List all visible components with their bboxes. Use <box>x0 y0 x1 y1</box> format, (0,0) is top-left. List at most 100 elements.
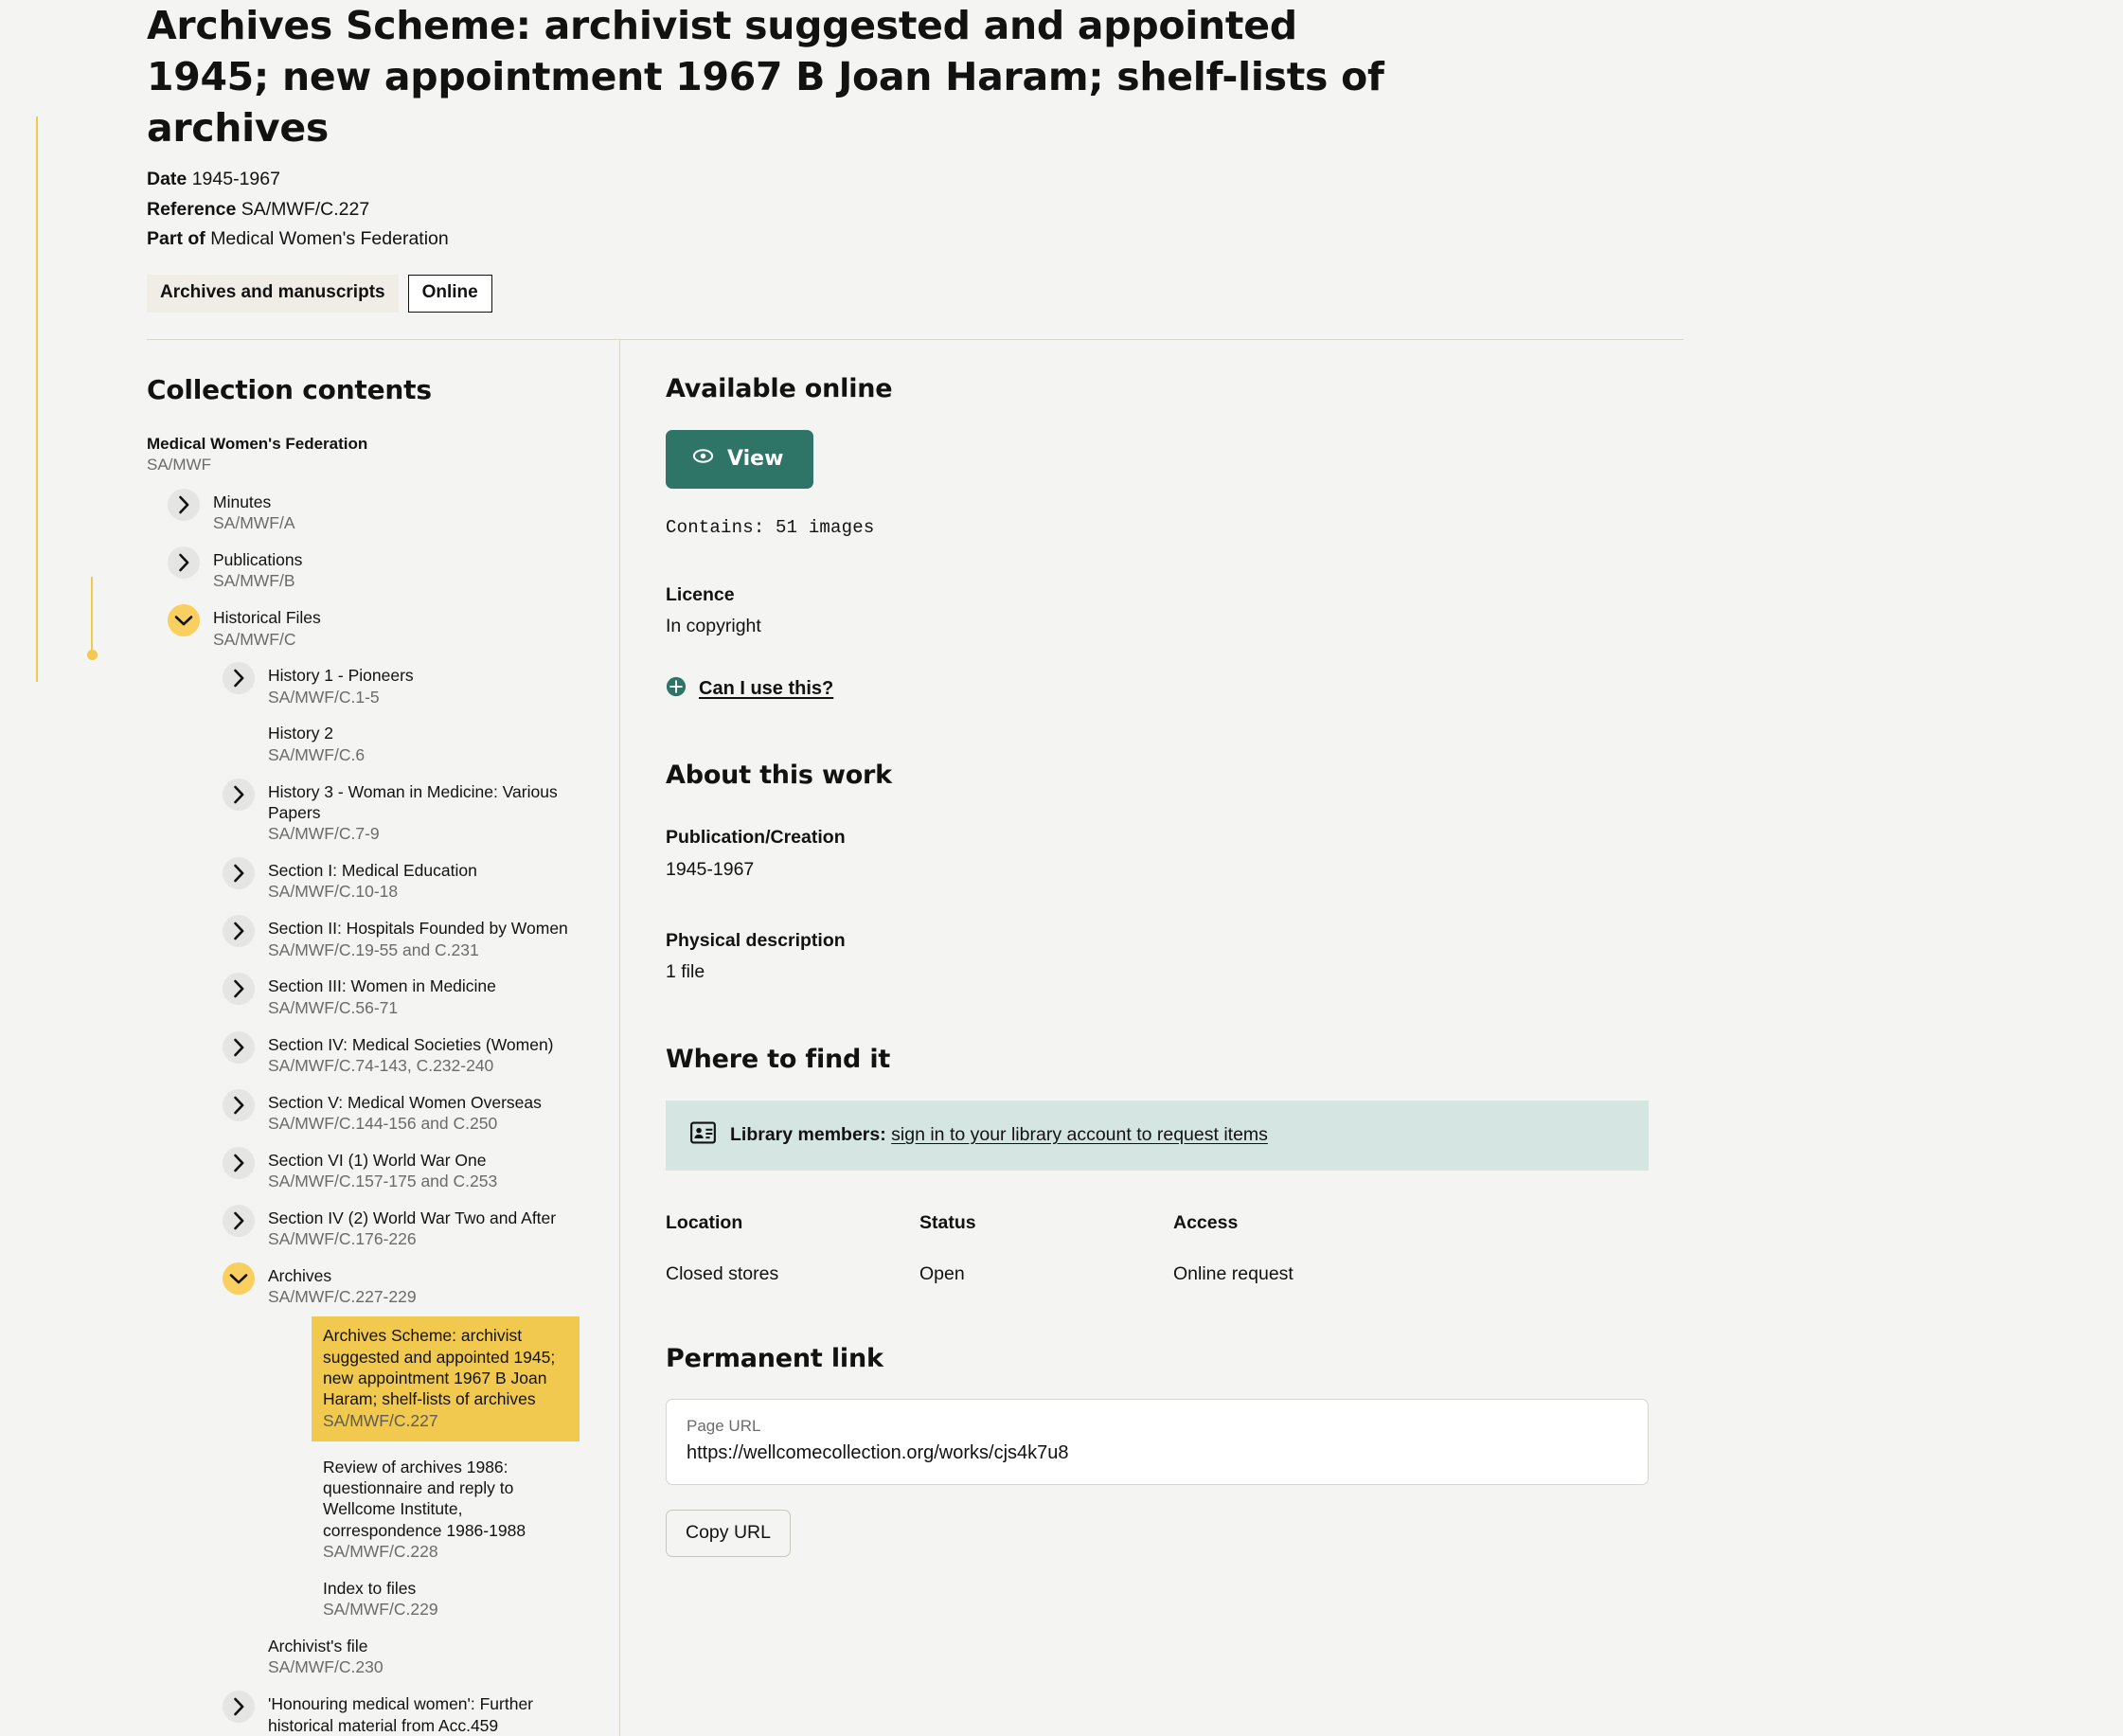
chevron-right-icon[interactable] <box>223 1146 255 1179</box>
tree-node[interactable]: Historical Files SA/MWF/C <box>147 604 580 650</box>
tree-node-text: History 3 - Woman in Medicine: Various P… <box>268 780 580 846</box>
tree-node-spacer <box>223 722 255 723</box>
tree-node-label: Historical Files <box>213 608 321 628</box>
physical-description-label: Physical description <box>666 929 846 951</box>
tree-node[interactable]: Section II: Hospitals Founded by Women SA… <box>147 915 580 960</box>
tree-node[interactable]: Section IV: Medical Societies (Women) SA/… <box>147 1030 580 1077</box>
tree-node[interactable]: Archives SA/MWF/C.227-229 <box>147 1262 580 1308</box>
tree-node-label: Archives <box>268 1266 332 1286</box>
page-url-field[interactable]: Page URL https://wellcomecollection.org/… <box>666 1399 1649 1486</box>
chevron-right-icon[interactable] <box>223 662 255 695</box>
holdings-table: Location Closed stores Status Open Acces… <box>666 1212 1684 1285</box>
page-url-label: Page URL <box>687 1417 761 1436</box>
tree-node-text: History 1 - Pioneers SA/MWF/C.1-5 <box>268 664 414 707</box>
library-sign-in-link[interactable]: sign in to your library account to reque… <box>891 1124 1268 1145</box>
tree-node-text: Archivist's file SA/MWF/C.230 <box>268 1635 384 1678</box>
tree-node-ref: SA/MWF/A <box>213 513 295 533</box>
plus-circle-icon <box>666 676 687 702</box>
chevron-down-icon[interactable] <box>223 1262 255 1296</box>
tree-node[interactable]: Index to files SA/MWF/C.229 <box>147 1577 580 1620</box>
tree-node-ref: SA/MWF/B <box>213 571 295 591</box>
tree-root[interactable]: Medical Women's Federation SA/MWF <box>147 434 580 476</box>
about-field-publication: Publication/Creation 1945-1967 <box>666 824 1684 883</box>
tree-node-ref: SA/MWF/C.229 <box>323 1600 438 1620</box>
tree-root-ref: SA/MWF <box>147 455 211 474</box>
tree-node-label: Section III: Women in Medicine <box>268 976 496 996</box>
meta-value-part-of: Medical Women's Federation <box>210 228 449 250</box>
tree-node-spacer <box>223 1635 255 1636</box>
tree-node-label: 'Honouring medical women': Further histo… <box>268 1694 533 1735</box>
about-field-physical: Physical description 1 file <box>666 927 1684 986</box>
library-members-banner: Library members: sign in to your library… <box>666 1101 1649 1172</box>
copy-url-button[interactable]: Copy URL <box>666 1510 791 1558</box>
holdings-column-location: Location Closed stores <box>666 1212 919 1285</box>
physical-description-value: 1 file <box>666 961 705 982</box>
tree-node-text: Index to files SA/MWF/C.229 <box>323 1577 438 1620</box>
tree-node-ref: SA/MWF/C.7-9 <box>268 824 380 844</box>
chevron-right-icon[interactable] <box>223 1030 255 1064</box>
tree-node-spacer <box>277 1456 310 1457</box>
tree-node[interactable]: Minutes SA/MWF/A <box>147 488 580 534</box>
collection-contents-panel: Collection contents Medical Women's Fede… <box>36 116 620 1736</box>
badge-format: Archives and manuscripts <box>147 275 399 313</box>
licence-label: Licence <box>666 583 735 605</box>
tree-node-list: Minutes SA/MWF/A Publications SA/MWF/B Histo… <box>36 116 580 1736</box>
tree-node-text: Archives SA/MWF/C.227-229 <box>268 1264 417 1308</box>
badge-online: Online <box>407 275 492 313</box>
tree-node[interactable]: Section IV (2) World War Two and After SA… <box>147 1204 580 1250</box>
tree-node[interactable]: Section V: Medical Women Overseas SA/MWF/… <box>147 1088 580 1135</box>
chevron-right-icon[interactable] <box>223 778 255 811</box>
can-i-use-this-link[interactable]: Can I use this? <box>666 676 833 702</box>
tree-node[interactable]: Section VI (1) World War One SA/MWF/C.157… <box>147 1146 580 1192</box>
tree-node-label: Section II: Hospitals Founded by Women <box>268 919 568 939</box>
tree-node-text: Historical Files SA/MWF/C <box>213 606 321 650</box>
tree-node[interactable]: History 1 - Pioneers SA/MWF/C.1-5 <box>147 662 580 707</box>
tree-node[interactable]: History 2 SA/MWF/C.6 <box>147 722 580 765</box>
collection-tree: Medical Women's Federation SA/MWF Minute… <box>36 116 580 1736</box>
licence-value: In copyright <box>666 616 761 637</box>
tree-node[interactable]: Section I: Medical Education SA/MWF/C.10-… <box>147 857 580 903</box>
tree-node-ref: SA/MWF/C.10-18 <box>268 882 399 902</box>
tree-node-ref: SA/MWF/C.230 <box>268 1657 384 1677</box>
chevron-right-icon[interactable] <box>223 1691 255 1724</box>
tree-node-ref: SA/MWF/C.227-229 <box>268 1287 417 1307</box>
tree-node-text: History 2 SA/MWF/C.6 <box>268 722 365 765</box>
chevron-right-icon[interactable] <box>223 973 255 1006</box>
tree-node[interactable]: Section III: Women in Medicine SA/MWF/C.5… <box>147 973 580 1018</box>
collection-contents-heading: Collection contents <box>147 373 432 405</box>
chevron-right-icon[interactable] <box>223 915 255 948</box>
chevron-right-icon[interactable] <box>168 488 200 521</box>
meta-label-reference: Reference <box>147 198 237 220</box>
tree-node-ref: SA/MWF/C.227 <box>323 1410 438 1430</box>
view-button-label: View <box>727 446 784 471</box>
permanent-link-heading: Permanent link <box>666 1344 883 1374</box>
chevron-right-icon[interactable] <box>223 857 255 890</box>
tree-node[interactable]: 'Honouring medical women': Further histo… <box>147 1691 580 1736</box>
where-to-find-it-heading: Where to find it <box>666 1045 891 1075</box>
chevron-right-icon[interactable] <box>223 1088 255 1121</box>
tree-node[interactable]: History 3 - Woman in Medicine: Various P… <box>147 778 580 846</box>
chevron-down-icon[interactable] <box>168 604 200 637</box>
view-button[interactable]: View <box>666 429 814 489</box>
tree-node-spacer <box>277 1577 310 1578</box>
tree-node-label: Publications <box>213 549 303 569</box>
tree-node-ref: SA/MWF/C.176-226 <box>268 1229 417 1249</box>
tree-node-text: Archives Scheme: archivist suggested and… <box>312 1316 580 1441</box>
tree-node[interactable]: Review of archives 1986: questionnaire a… <box>147 1456 580 1563</box>
tree-node-selected[interactable]: Archives Scheme: archivist suggested and… <box>147 1316 580 1441</box>
chevron-right-icon[interactable] <box>223 1204 255 1237</box>
tree-node-text: Section I: Medical Education SA/MWF/C.10-… <box>268 859 477 903</box>
tree-node-ref: SA/MWF/C.1-5 <box>268 687 380 707</box>
tree-node-text: Section V: Medical Women Overseas SA/MWF/… <box>268 1091 542 1135</box>
chevron-right-icon[interactable] <box>168 546 200 579</box>
tree-node[interactable]: Publications SA/MWF/B <box>147 546 580 592</box>
tree-node-ref: SA/MWF/C.74-143, C.232-240 <box>268 1055 494 1075</box>
tree-node[interactable]: Archivist's file SA/MWF/C.230 <box>147 1635 580 1678</box>
contains-images-text: Contains: 51 images <box>666 516 875 538</box>
tree-node-label: Minutes <box>213 492 272 511</box>
tree-node-ref: SA/MWF/C.6 <box>268 744 366 764</box>
tree-node-label: History 1 - Pioneers <box>268 666 414 686</box>
tree-node-label: Archives Scheme: archivist suggested and… <box>323 1326 556 1409</box>
tree-node-label: History 3 - Woman in Medicine: Various P… <box>268 781 558 822</box>
eye-icon <box>691 444 715 474</box>
